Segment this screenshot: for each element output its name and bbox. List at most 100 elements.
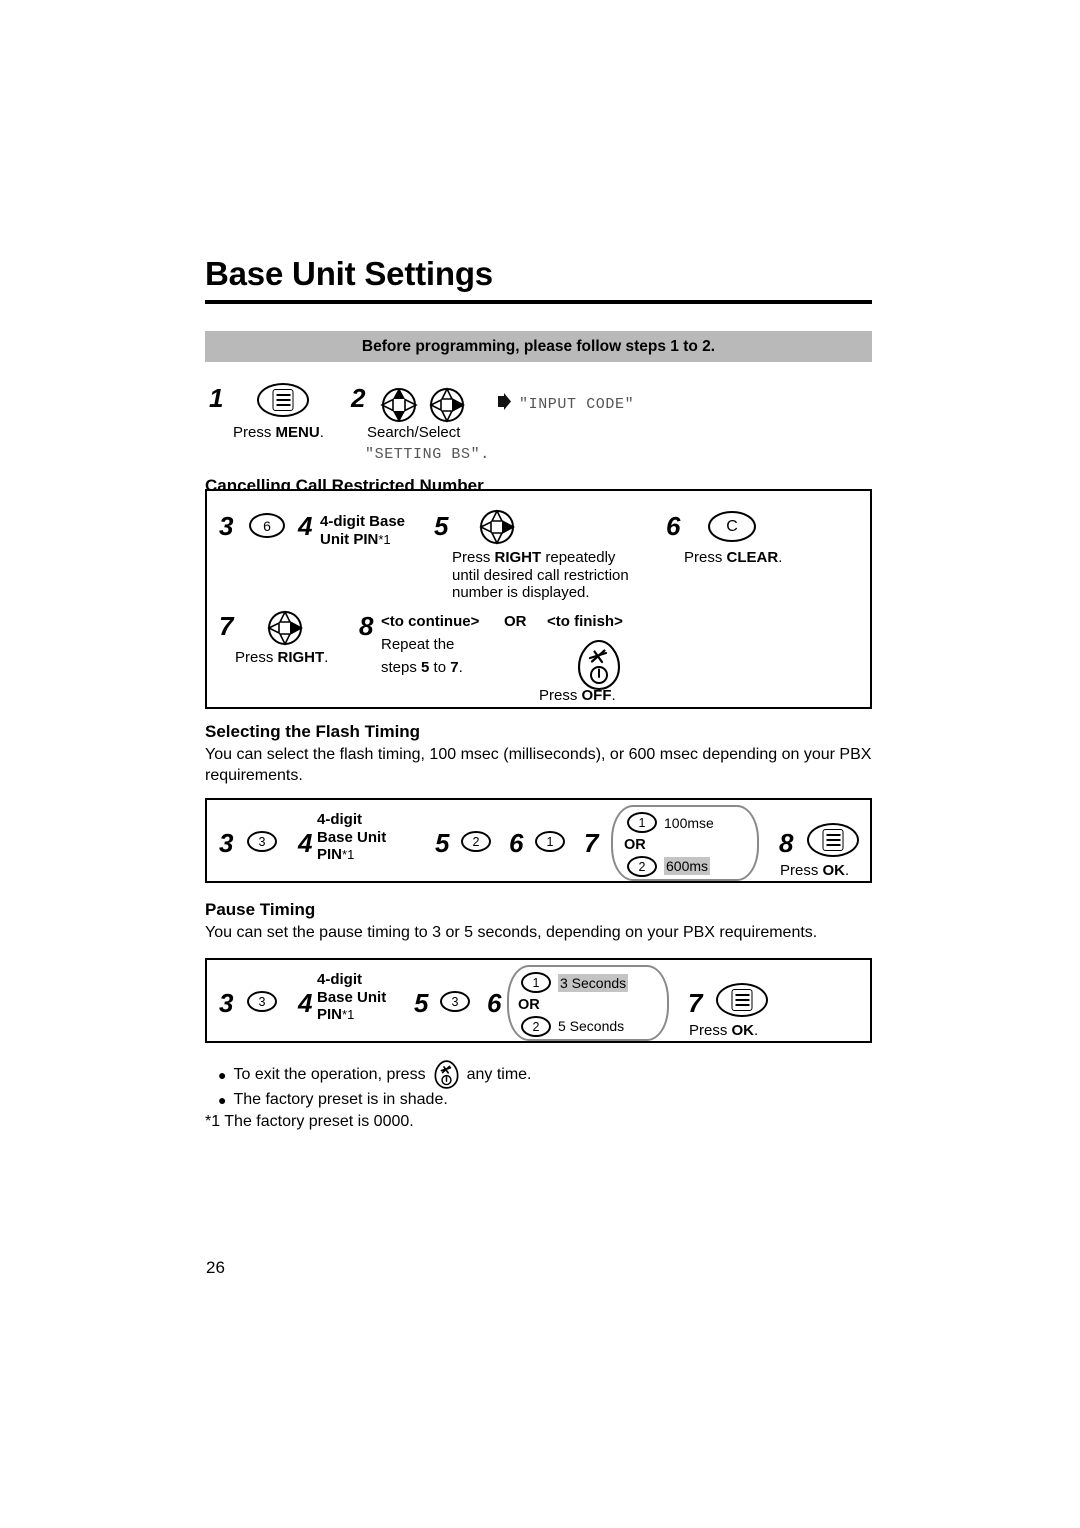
note-row-1: ● To exit the operation, press any time.	[205, 1060, 885, 1089]
step-7-caption: Press OK.	[689, 1022, 758, 1040]
option-or-label: OR	[624, 837, 646, 853]
step-number-7: 7	[688, 988, 703, 1018]
step-5-line2: until desired call restriction	[452, 566, 629, 584]
option-1-key-label: 1	[627, 812, 657, 833]
step-number-1: 1	[209, 383, 224, 413]
keypad-key-2: 2	[461, 831, 491, 852]
step-6-caption: Press CLEAR.	[684, 549, 782, 567]
footnote-marker: *1	[342, 1007, 355, 1023]
ok-label: OK	[822, 862, 846, 879]
step-4-caption: 4-digit Base Unit PIN*1	[320, 513, 450, 548]
option-1-key: 1	[627, 812, 657, 833]
step-number-6: 6	[666, 511, 681, 541]
section-heading-flash: Selecting the Flash Timing	[205, 722, 421, 741]
step-number-5: 5	[414, 988, 429, 1018]
footnote-marker: *1	[342, 847, 355, 863]
navigation-updown-icon	[377, 383, 421, 427]
step-4-line2: Unit PIN	[320, 530, 379, 548]
step-number-2: 2	[351, 383, 366, 413]
keypad-key-3: 3	[247, 831, 277, 852]
step-number-7: 7	[584, 828, 599, 858]
title-divider	[205, 300, 872, 304]
right-key-label: RIGHT	[494, 549, 542, 566]
period: .	[611, 687, 616, 704]
step-to: 7	[450, 659, 459, 676]
press-label: Press	[233, 424, 276, 441]
keypad-key-3-label: 3	[247, 831, 277, 852]
clear-key-icon: C	[708, 511, 756, 542]
repeat-line1: Repeat the	[381, 636, 455, 653]
procedure-box-pause: 3 3 4 4-digit Base Unit PIN*1 5 3 6 1 3 …	[205, 958, 872, 1043]
keypad-key-1: 1	[535, 831, 565, 852]
option-2-key: 2	[521, 1016, 551, 1037]
navigation-right-icon	[263, 606, 307, 655]
step-2-caption-line2: "SETTING BS".	[365, 446, 490, 463]
menu-icon	[807, 823, 859, 862]
navigation-right-icon	[475, 505, 519, 554]
option-2-label: 5 Seconds	[558, 1018, 625, 1034]
step-number-3: 3	[219, 828, 234, 858]
menu-icon	[716, 983, 768, 1022]
step-8-caption: Press OK.	[780, 862, 849, 880]
keypad-key-3-second: 3	[440, 991, 470, 1012]
press-label: Press	[235, 649, 278, 666]
step-number-8: 8	[359, 611, 374, 641]
to-finish-label: <to finish>	[547, 613, 623, 630]
period: .	[778, 549, 783, 566]
press-label: Press	[780, 862, 823, 879]
ok-label: OK	[731, 1022, 755, 1039]
option-2-label: 600ms	[664, 857, 711, 875]
step-5-line3: number is displayed.	[452, 584, 590, 602]
keypad-key-6: 6	[249, 513, 285, 538]
step-4-line1: 4-digit	[317, 971, 362, 988]
section-body-pause: You can set the pause timing to 3 or 5 s…	[205, 924, 818, 941]
note-1-pre: To exit the operation, press	[233, 1065, 426, 1083]
section-heading-pause: Pause Timing	[205, 900, 316, 919]
step-5-line1-post: repeatedly	[541, 549, 616, 566]
step-4-caption: 4-digit Base Unit PIN*1	[317, 811, 437, 864]
step-1-caption: Press MENU.	[233, 424, 324, 442]
banner-before-programming: Before programming, please follow steps …	[205, 331, 872, 362]
clear-key-label: C	[708, 511, 756, 542]
bullet-icon: ●	[218, 1066, 227, 1083]
option-1-label-shaded: 3 Seconds	[558, 974, 629, 992]
section-body-flash: You can select the flash timing, 100 mse…	[205, 746, 872, 784]
filled-right-arrow-icon	[498, 393, 511, 415]
keypad-key-3-label: 3	[247, 991, 277, 1012]
step-8-off-caption: Press OFF.	[539, 687, 616, 705]
note-3: *1 The factory preset is 0000.	[205, 1112, 414, 1130]
option-1-label: 100mse	[664, 815, 714, 831]
press-label: Press	[689, 1022, 732, 1039]
clear-label: CLEAR	[726, 549, 779, 566]
page-number: 26	[206, 1258, 225, 1277]
option-2-key-label: 2	[627, 856, 657, 877]
off-label: OFF	[581, 687, 612, 704]
step-number-4: 4	[298, 828, 313, 858]
procedure-box-flash: 3 3 4 4-digit Base Unit PIN*1 5 2 6 1 7 …	[205, 798, 872, 883]
press-label: Press	[684, 549, 727, 566]
power-off-icon	[433, 1060, 460, 1089]
or-label: OR	[504, 613, 527, 630]
note-2: The factory preset is in shade.	[233, 1091, 448, 1108]
steps-mid: to	[429, 659, 451, 676]
step-number-4: 4	[298, 511, 313, 541]
footnotes: ● To exit the operation, press any time.…	[205, 1060, 885, 1132]
step-number-5: 5	[434, 511, 449, 541]
period: .	[754, 1022, 759, 1039]
step-number-5: 5	[435, 828, 450, 858]
option-2-key-label: 2	[521, 1016, 551, 1037]
note-1-post: any time.	[466, 1065, 532, 1083]
option-2-key: 2	[627, 856, 657, 877]
step-number-6: 6	[487, 988, 502, 1018]
repeat-line2: steps 5 to 7.	[381, 659, 463, 677]
procedure-box-cancelling: 3 6 4 4-digit Base Unit PIN*1 5 Press RI…	[205, 489, 872, 709]
press-label: Press	[539, 687, 582, 704]
display-text: "INPUT CODE"	[519, 395, 635, 413]
navigation-right-icon	[425, 383, 469, 427]
step-number-6: 6	[509, 828, 524, 858]
step-4-caption: 4-digit Base Unit PIN*1	[317, 971, 427, 1024]
step-number-4: 4	[298, 988, 313, 1018]
step-4-line1: 4-digit Base	[320, 513, 406, 530]
step-4-line3: PIN	[317, 846, 343, 864]
option-1-key-label: 1	[521, 972, 551, 993]
